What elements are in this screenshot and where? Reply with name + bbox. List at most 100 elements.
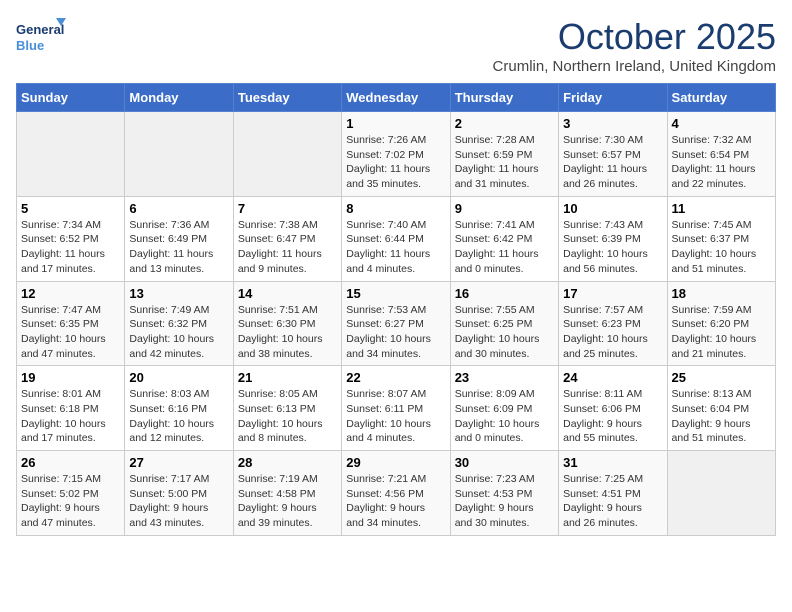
calendar-cell: 5Sunrise: 7:34 AM Sunset: 6:52 PM Daylig… bbox=[17, 196, 125, 281]
day-info: Sunrise: 7:32 AM Sunset: 6:54 PM Dayligh… bbox=[672, 133, 771, 192]
dow-header-tuesday: Tuesday bbox=[233, 84, 341, 112]
location-subtitle: Crumlin, Northern Ireland, United Kingdo… bbox=[493, 58, 776, 75]
day-info: Sunrise: 7:59 AM Sunset: 6:20 PM Dayligh… bbox=[672, 303, 771, 362]
day-number: 4 bbox=[672, 116, 771, 131]
calendar-cell: 17 Sunrise: 7:57 AM Sunset: 6:23 PM Dayli… bbox=[559, 281, 667, 366]
calendar-cell: 9 Sunrise: 7:41 AM Sunset: 6:42 PM Daylig… bbox=[450, 196, 558, 281]
day-info: Sunrise: 7:25 AM Sunset: 4:51 PM Dayligh… bbox=[563, 472, 662, 531]
day-info: Sunrise: 8:03 AM Sunset: 6:16 PM Dayligh… bbox=[129, 387, 228, 446]
day-number: 9 bbox=[455, 201, 554, 216]
calendar-cell: 16 Sunrise: 7:55 AM Sunset: 6:25 PM Dayli… bbox=[450, 281, 558, 366]
day-number: 28 bbox=[238, 455, 337, 470]
dow-header-sunday: Sunday bbox=[17, 84, 125, 112]
day-info: Sunrise: 7:55 AM Sunset: 6:25 PM Dayligh… bbox=[455, 303, 554, 362]
calendar-cell: 6 Sunrise: 7:36 AM Sunset: 6:49 PM Daylig… bbox=[125, 196, 233, 281]
day-info: Sunrise: 7:51 AM Sunset: 6:30 PM Dayligh… bbox=[238, 303, 337, 362]
calendar-week-5: 26 Sunrise: 7:15 AM Sunset: 5:02 PM Dayli… bbox=[17, 451, 776, 536]
calendar-cell: 20 Sunrise: 8:03 AM Sunset: 6:16 PM Dayli… bbox=[125, 366, 233, 451]
day-info: Sunrise: 7:36 AM Sunset: 6:49 PM Dayligh… bbox=[129, 218, 228, 277]
day-info: Sunrise: 7:26 AM Sunset: 7:02 PM Dayligh… bbox=[346, 133, 445, 192]
day-number: 8 bbox=[346, 201, 445, 216]
day-info: Sunrise: 7:43 AM Sunset: 6:39 PM Dayligh… bbox=[563, 218, 662, 277]
dow-header-monday: Monday bbox=[125, 84, 233, 112]
day-number: 11 bbox=[672, 201, 771, 216]
day-number: 18 bbox=[672, 286, 771, 301]
calendar-cell: 25 Sunrise: 8:13 AM Sunset: 6:04 PM Dayli… bbox=[667, 366, 775, 451]
calendar-table: SundayMondayTuesdayWednesdayThursdayFrid… bbox=[16, 83, 776, 536]
calendar-cell: 29Sunrise: 7:21 AM Sunset: 4:56 PM Dayli… bbox=[342, 451, 450, 536]
day-info: Sunrise: 7:30 AM Sunset: 6:57 PM Dayligh… bbox=[563, 133, 662, 192]
calendar-week-4: 19 Sunrise: 8:01 AM Sunset: 6:18 PM Dayli… bbox=[17, 366, 776, 451]
calendar-week-2: 5Sunrise: 7:34 AM Sunset: 6:52 PM Daylig… bbox=[17, 196, 776, 281]
day-info: Sunrise: 7:57 AM Sunset: 6:23 PM Dayligh… bbox=[563, 303, 662, 362]
day-number: 7 bbox=[238, 201, 337, 216]
calendar-cell: 1 Sunrise: 7:26 AM Sunset: 7:02 PM Daylig… bbox=[342, 112, 450, 197]
day-info: Sunrise: 7:47 AM Sunset: 6:35 PM Dayligh… bbox=[21, 303, 120, 362]
day-info: Sunrise: 7:41 AM Sunset: 6:42 PM Dayligh… bbox=[455, 218, 554, 277]
day-number: 6 bbox=[129, 201, 228, 216]
day-info: Sunrise: 7:40 AM Sunset: 6:44 PM Dayligh… bbox=[346, 218, 445, 277]
month-title: October 2025 bbox=[493, 16, 776, 58]
dow-header-thursday: Thursday bbox=[450, 84, 558, 112]
day-info: Sunrise: 8:09 AM Sunset: 6:09 PM Dayligh… bbox=[455, 387, 554, 446]
svg-text:General: General bbox=[16, 22, 64, 37]
title-area: October 2025 Crumlin, Northern Ireland, … bbox=[493, 16, 776, 75]
calendar-cell: 14 Sunrise: 7:51 AM Sunset: 6:30 PM Dayli… bbox=[233, 281, 341, 366]
day-info: Sunrise: 8:07 AM Sunset: 6:11 PM Dayligh… bbox=[346, 387, 445, 446]
dow-header-saturday: Saturday bbox=[667, 84, 775, 112]
calendar-cell: 31 Sunrise: 7:25 AM Sunset: 4:51 PM Dayli… bbox=[559, 451, 667, 536]
calendar-cell: 22 Sunrise: 8:07 AM Sunset: 6:11 PM Dayli… bbox=[342, 366, 450, 451]
day-info: Sunrise: 7:28 AM Sunset: 6:59 PM Dayligh… bbox=[455, 133, 554, 192]
day-info: Sunrise: 7:21 AM Sunset: 4:56 PM Dayligh… bbox=[346, 472, 445, 531]
calendar-cell: 3 Sunrise: 7:30 AM Sunset: 6:57 PM Daylig… bbox=[559, 112, 667, 197]
day-number: 15 bbox=[346, 286, 445, 301]
day-info: Sunrise: 7:34 AM Sunset: 6:52 PM Dayligh… bbox=[21, 218, 120, 277]
calendar-cell: 4 Sunrise: 7:32 AM Sunset: 6:54 PM Daylig… bbox=[667, 112, 775, 197]
day-info: Sunrise: 8:13 AM Sunset: 6:04 PM Dayligh… bbox=[672, 387, 771, 446]
calendar-week-3: 12 Sunrise: 7:47 AM Sunset: 6:35 PM Dayli… bbox=[17, 281, 776, 366]
day-info: Sunrise: 7:45 AM Sunset: 6:37 PM Dayligh… bbox=[672, 218, 771, 277]
day-number: 25 bbox=[672, 370, 771, 385]
day-number: 26 bbox=[21, 455, 120, 470]
day-number: 24 bbox=[563, 370, 662, 385]
calendar-cell bbox=[125, 112, 233, 197]
calendar-cell: 15 Sunrise: 7:53 AM Sunset: 6:27 PM Dayli… bbox=[342, 281, 450, 366]
svg-text:Blue: Blue bbox=[16, 38, 44, 53]
day-info: Sunrise: 7:15 AM Sunset: 5:02 PM Dayligh… bbox=[21, 472, 120, 531]
day-number: 14 bbox=[238, 286, 337, 301]
calendar-cell: 7Sunrise: 7:38 AM Sunset: 6:47 PM Daylig… bbox=[233, 196, 341, 281]
day-number: 19 bbox=[21, 370, 120, 385]
calendar-cell: 18 Sunrise: 7:59 AM Sunset: 6:20 PM Dayli… bbox=[667, 281, 775, 366]
day-info: Sunrise: 7:53 AM Sunset: 6:27 PM Dayligh… bbox=[346, 303, 445, 362]
day-number: 3 bbox=[563, 116, 662, 131]
calendar-cell bbox=[667, 451, 775, 536]
day-number: 23 bbox=[455, 370, 554, 385]
day-number: 27 bbox=[129, 455, 228, 470]
day-info: Sunrise: 7:17 AM Sunset: 5:00 PM Dayligh… bbox=[129, 472, 228, 531]
day-info: Sunrise: 7:23 AM Sunset: 4:53 PM Dayligh… bbox=[455, 472, 554, 531]
day-number: 31 bbox=[563, 455, 662, 470]
day-number: 17 bbox=[563, 286, 662, 301]
calendar-cell bbox=[17, 112, 125, 197]
dow-header-friday: Friday bbox=[559, 84, 667, 112]
calendar-cell: 28Sunrise: 7:19 AM Sunset: 4:58 PM Dayli… bbox=[233, 451, 341, 536]
calendar-cell: 23 Sunrise: 8:09 AM Sunset: 6:09 PM Dayli… bbox=[450, 366, 558, 451]
day-number: 12 bbox=[21, 286, 120, 301]
day-number: 30 bbox=[455, 455, 554, 470]
day-info: Sunrise: 7:49 AM Sunset: 6:32 PM Dayligh… bbox=[129, 303, 228, 362]
day-number: 1 bbox=[346, 116, 445, 131]
day-number: 20 bbox=[129, 370, 228, 385]
day-number: 16 bbox=[455, 286, 554, 301]
logo: General Blue bbox=[16, 16, 66, 60]
calendar-cell: 2 Sunrise: 7:28 AM Sunset: 6:59 PM Daylig… bbox=[450, 112, 558, 197]
day-number: 13 bbox=[129, 286, 228, 301]
calendar-cell: 30 Sunrise: 7:23 AM Sunset: 4:53 PM Dayli… bbox=[450, 451, 558, 536]
calendar-cell: 27 Sunrise: 7:17 AM Sunset: 5:00 PM Dayli… bbox=[125, 451, 233, 536]
page-header: General Blue October 2025 Crumlin, North… bbox=[16, 16, 776, 75]
day-number: 22 bbox=[346, 370, 445, 385]
day-info: Sunrise: 8:01 AM Sunset: 6:18 PM Dayligh… bbox=[21, 387, 120, 446]
calendar-cell: 12 Sunrise: 7:47 AM Sunset: 6:35 PM Dayli… bbox=[17, 281, 125, 366]
day-number: 2 bbox=[455, 116, 554, 131]
calendar-cell: 8 Sunrise: 7:40 AM Sunset: 6:44 PM Daylig… bbox=[342, 196, 450, 281]
logo-svg: General Blue bbox=[16, 16, 66, 60]
